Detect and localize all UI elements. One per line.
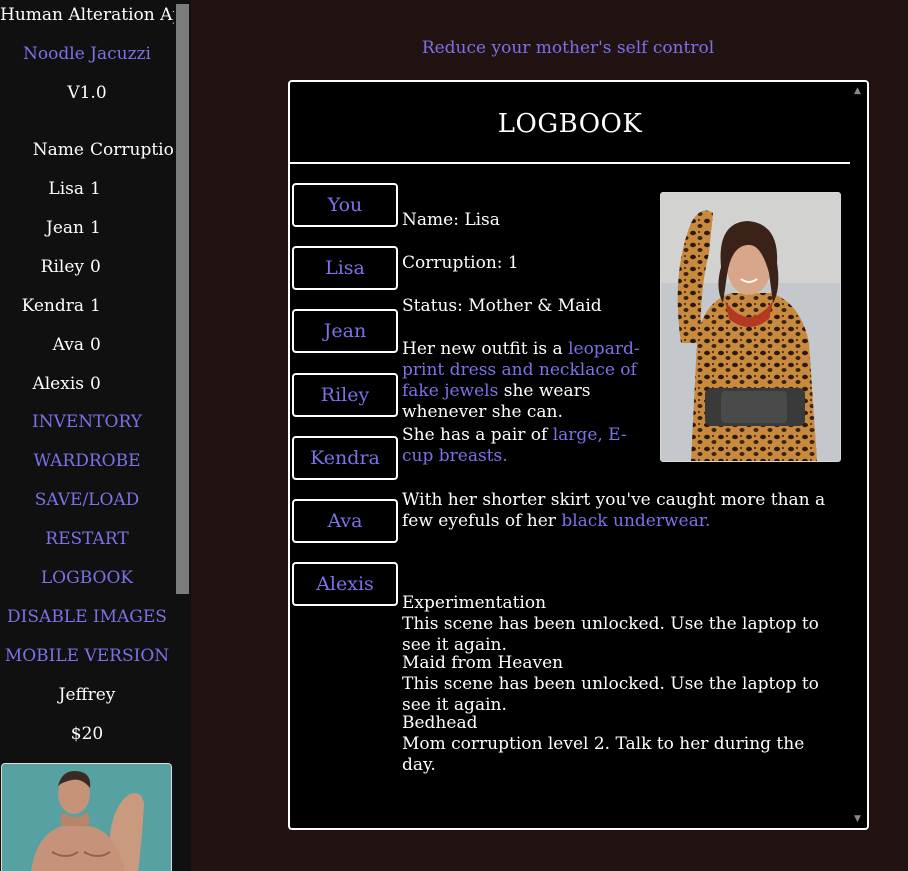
logbook-scrollbar[interactable]: ▲ ▼: [850, 82, 867, 828]
stat-row-riley: Riley 0: [0, 257, 174, 277]
char-corruption: Corruption: 1: [402, 253, 519, 273]
stat-row-alexis: Alexis 0: [0, 374, 174, 394]
scene-desc: This scene has been unlocked. Use the la…: [402, 674, 819, 715]
scene-desc: This scene has been unlocked. Use the la…: [402, 614, 819, 655]
char-button-you[interactable]: You: [292, 183, 398, 227]
char-button-alexis[interactable]: Alexis: [292, 562, 398, 606]
scene-title: Maid from Heaven: [402, 653, 564, 673]
player-portrait: [1, 763, 172, 871]
app-title: Human Alteration App: [0, 5, 174, 25]
breasts-text: She has a pair of: [402, 425, 553, 445]
stat-name: Riley: [40, 257, 84, 277]
stat-name: Alexis: [32, 374, 84, 394]
name-header: Name: [32, 140, 84, 160]
scroll-up-icon[interactable]: ▲: [854, 86, 861, 96]
stat-row-kendra: Kendra 1: [0, 296, 174, 316]
char-button-lisa[interactable]: Lisa: [292, 246, 398, 290]
stat-name: Kendra: [21, 296, 84, 316]
menu-disable-images[interactable]: DISABLE IMAGES: [0, 607, 174, 627]
outfit-text: Her new outfit is a: [402, 339, 569, 359]
sidebar: Human Alteration App Noodle Jacuzzi V1.0…: [0, 0, 174, 871]
menu-wardrobe[interactable]: WARDROBE: [0, 451, 174, 471]
logbook-panel: LOGBOOK You Lisa Jean Riley Kendra Ava A…: [288, 80, 869, 830]
stat-name: Jean: [46, 218, 84, 238]
stat-row-lisa: Lisa 1: [0, 179, 174, 199]
player-name: Jeffrey: [58, 685, 116, 705]
outfit-description: Her new outfit is a leopard-print dress …: [402, 339, 647, 423]
menu-mobile-version[interactable]: MOBILE VERSION: [0, 646, 174, 666]
scene-entry: Maid from Heaven This scene has been unl…: [402, 653, 842, 716]
logbook-title: LOGBOOK: [497, 109, 643, 139]
char-button-jean[interactable]: Jean: [292, 309, 398, 353]
menu-save-load[interactable]: SAVE/LOAD: [0, 490, 174, 510]
stat-value: 0: [90, 257, 101, 277]
scene-entry: Experimentation This scene has been unlo…: [402, 593, 842, 656]
stat-row-ava: Ava 0: [0, 335, 174, 355]
scene-desc: Mom corruption level 2. Talk to her duri…: [402, 734, 805, 775]
current-task: Reduce your mother's self control: [421, 38, 715, 58]
skirt-description: With her shorter skirt you've caught mor…: [402, 490, 842, 532]
money-label: $20: [70, 724, 104, 744]
scene-entry: Bedhead Mom corruption level 2. Talk to …: [402, 713, 842, 776]
char-status: Status: Mother & Maid: [402, 296, 602, 316]
char-button-riley[interactable]: Riley: [292, 373, 398, 417]
stat-value: 1: [90, 218, 101, 238]
author-link[interactable]: Noodle Jacuzzi: [0, 44, 174, 64]
character-photo: [660, 192, 841, 462]
stat-value: 0: [90, 335, 101, 355]
breasts-description: She has a pair of large, E-cup breasts.: [402, 425, 647, 467]
corruption-header: Corruption: [90, 140, 174, 160]
stats-header: Name Corruption: [0, 140, 174, 160]
menu-logbook[interactable]: LOGBOOK: [0, 568, 174, 588]
divider: [290, 162, 850, 164]
char-button-ava[interactable]: Ava: [292, 499, 398, 543]
stat-value: 1: [90, 296, 101, 316]
menu-restart[interactable]: RESTART: [0, 529, 174, 549]
sidebar-scrollbar[interactable]: [174, 0, 191, 871]
stat-value: 1: [90, 179, 101, 199]
stat-name: Lisa: [48, 179, 84, 199]
char-button-kendra[interactable]: Kendra: [292, 436, 398, 480]
char-name: Name: Lisa: [402, 210, 500, 230]
underwear-link[interactable]: black underwear.: [561, 511, 710, 531]
stat-row-jean: Jean 1: [0, 218, 174, 238]
version-label: V1.0: [67, 83, 107, 103]
stat-name: Ava: [52, 335, 84, 355]
sidebar-scroll-thumb[interactable]: [176, 4, 189, 594]
stat-value: 0: [90, 374, 101, 394]
menu-inventory[interactable]: INVENTORY: [0, 412, 174, 432]
scene-title: Experimentation: [402, 593, 547, 613]
scene-title: Bedhead: [402, 713, 478, 733]
scroll-down-icon[interactable]: ▼: [854, 814, 861, 824]
